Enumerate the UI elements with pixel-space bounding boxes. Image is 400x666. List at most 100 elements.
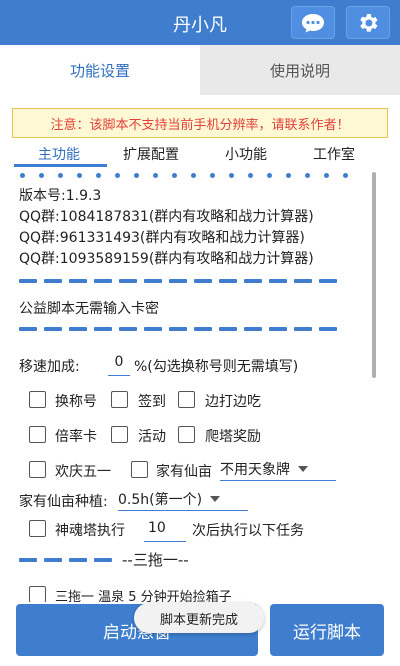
checkbox-label: 换称号 [55, 394, 97, 410]
app-title: 丹小凡 [173, 15, 227, 36]
checkbox-label: 签到 [138, 394, 166, 410]
resolution-warning: 注意：该脚本不支持当前手机分辨率，请联系作者！ [12, 108, 388, 138]
speed-label: 移速加成: [19, 359, 80, 375]
divider-dash [94, 327, 112, 331]
qq-group-2: QQ群:961331493(群内有攻略和战力计算器) [19, 230, 305, 246]
divider-dash [244, 279, 262, 283]
free-script-note: 公益脚本无需输入卡密 [19, 301, 159, 317]
dashed-divider [19, 279, 359, 283]
divider-dot [343, 173, 348, 178]
scrollbar[interactable] [372, 172, 376, 378]
checkbox-activity[interactable] [111, 426, 128, 443]
divider-dash [19, 279, 37, 283]
divider-dash [219, 327, 237, 331]
checkbox-home-field[interactable] [131, 461, 148, 478]
top-tabs: 功能设置 使用说明 [0, 45, 400, 95]
subtab-small[interactable]: 小功能 [225, 144, 267, 164]
divider-dash [294, 327, 312, 331]
divider-dash [119, 327, 137, 331]
checkbox-title-change[interactable] [29, 391, 46, 408]
divider-dash [94, 558, 112, 562]
divider-dot [210, 173, 215, 178]
divider-dash [319, 327, 337, 331]
divider-dot [153, 173, 158, 178]
divider-dot [96, 173, 101, 178]
checkbox-label: 爬塔奖励 [205, 429, 261, 445]
divider-dot [229, 173, 234, 178]
dashed-divider [19, 327, 359, 331]
tab-instructions[interactable]: 使用说明 [200, 45, 400, 95]
divider-dot [286, 173, 291, 178]
divider-dot [305, 173, 310, 178]
divider-dash [44, 279, 62, 283]
divider-dash [169, 279, 187, 283]
divider-dash [194, 327, 212, 331]
divider-dash [244, 327, 262, 331]
update-toast: 脚本更新完成 [134, 603, 264, 633]
divider-dash [269, 279, 287, 283]
divider-dot [58, 173, 63, 178]
partial-row-clip: 三拖一 温泉 5 分钟开始捡箱子 [0, 580, 400, 602]
app-header: 丹小凡 [0, 0, 400, 45]
divider-dot [248, 173, 253, 178]
partial-row-label: 三拖一 温泉 5 分钟开始捡箱子 [55, 590, 232, 602]
divider-dash [19, 558, 37, 562]
soul-tower-count-input[interactable]: 10 [144, 516, 186, 542]
divider-dot [115, 173, 120, 178]
divider-dash [144, 327, 162, 331]
checkbox-label: 欢庆五一 [55, 464, 111, 480]
soul-tower-label: 神魂塔执行 [55, 523, 125, 539]
planting-select[interactable]: 0.5h(第一个) [118, 487, 248, 511]
checkbox-may-day[interactable] [29, 461, 46, 478]
divider-dash [119, 279, 137, 283]
checkbox-sign-in[interactable] [111, 391, 128, 408]
checkbox-label: 边打边吃 [205, 394, 261, 410]
divider-dash [69, 327, 87, 331]
divider-dot [267, 173, 272, 178]
chat-bubble-icon [302, 13, 324, 32]
gear-icon [360, 13, 378, 32]
checkbox-label: 家有仙亩 [156, 464, 212, 480]
divider-dash [144, 279, 162, 283]
version-text: 版本号:1.9.3 [19, 188, 102, 204]
divider-dot [77, 173, 82, 178]
checkbox-label: 活动 [138, 429, 166, 445]
subtab-studio[interactable]: 工作室 [313, 144, 355, 164]
qq-group-3: QQ群:1093589159(群内有攻略和战力计算器) [19, 251, 314, 267]
dashed-divider [19, 558, 119, 562]
qq-group-1: QQ群:1084187831(群内有攻略和战力计算器) [19, 209, 314, 225]
astrology-card-select[interactable]: 不用天象牌 [220, 457, 336, 481]
speed-input[interactable]: 0 [108, 350, 130, 376]
subtab-main[interactable]: 主功能 [38, 144, 80, 164]
divider-dash [294, 279, 312, 283]
divider-dash [69, 279, 87, 283]
speed-hint: %(勾选换称号则无需填写) [134, 359, 299, 375]
chevron-down-icon [298, 465, 308, 472]
divider-dash [44, 558, 62, 562]
divider-dash [319, 279, 337, 283]
divider-dash [69, 558, 87, 562]
checkbox-eat-while-fighting[interactable] [178, 391, 195, 408]
active-subtab-indicator [14, 164, 107, 167]
divider-dot [20, 173, 25, 178]
divider-dash [94, 279, 112, 283]
run-script-button[interactable]: 运行脚本 [270, 604, 384, 656]
chevron-down-icon [210, 495, 221, 502]
divider-dash [194, 279, 212, 283]
planting-label: 家有仙亩种植: [19, 494, 108, 510]
checkbox-multiplier-card[interactable] [29, 426, 46, 443]
divider-dot [172, 173, 177, 178]
divider-dot [324, 173, 329, 178]
select-value: 0.5h(第一个) [118, 491, 203, 508]
tab-function-settings[interactable]: 功能设置 [0, 45, 200, 95]
chat-button[interactable] [291, 6, 335, 39]
subtab-extended[interactable]: 扩展配置 [123, 144, 179, 164]
divider-dot [191, 173, 196, 178]
checkbox-soul-tower[interactable] [29, 520, 46, 537]
checkbox-label: 倍率卡 [55, 429, 97, 445]
settings-button[interactable] [346, 6, 390, 39]
checkbox-tower-reward[interactable] [178, 426, 195, 443]
checkbox-three-drag-one[interactable] [29, 586, 46, 602]
divider-dash [219, 279, 237, 283]
divider-dash [19, 327, 37, 331]
